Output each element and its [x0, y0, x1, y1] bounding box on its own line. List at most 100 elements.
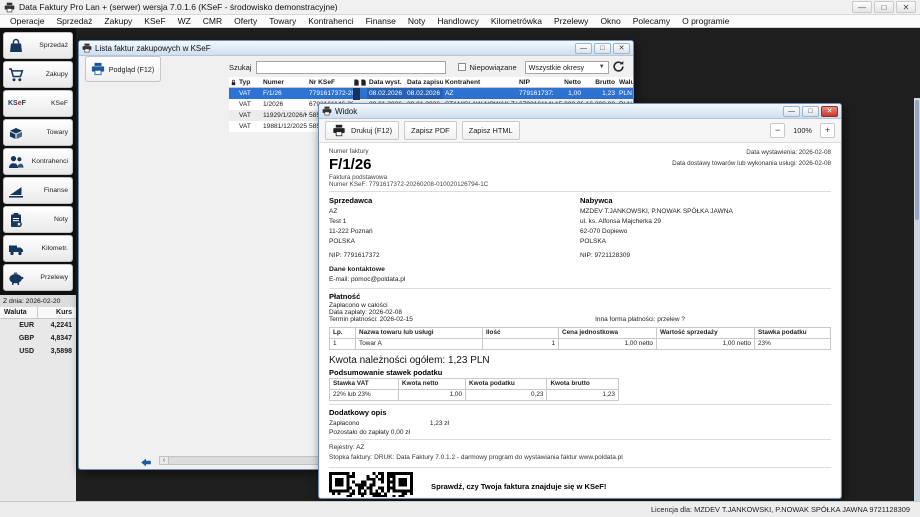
- menu-item[interactable]: Okno: [594, 16, 626, 26]
- extra-remaining: Pozostało do zapłaty 0,00 zł: [329, 429, 831, 436]
- table-row[interactable]: VAT F/1/26 7791617372-202 08.02.2026 08.…: [229, 88, 634, 99]
- scrollbar-thumb[interactable]: [915, 100, 919, 220]
- cell-typ: VAT: [237, 121, 261, 132]
- zoom-out-button[interactable]: −: [770, 123, 785, 138]
- menu-item[interactable]: Oferty: [228, 16, 263, 26]
- document-icon[interactable]: [353, 79, 360, 86]
- rates-col-currency[interactable]: Waluta: [0, 307, 38, 318]
- seller-address1: Test 1: [329, 217, 580, 227]
- preview-toolbar: Drukuj (F12) Zapisz PDF Zapisz HTML − 10…: [319, 119, 841, 143]
- menu-item[interactable]: Sprzedaż: [51, 16, 99, 26]
- delivery-date: Data dostawy towarów lub wykonania usług…: [672, 159, 831, 170]
- buyer-name: MZDEV T.JANKOWSKI, P.NOWAK SPÓŁKA JAWNA: [580, 207, 831, 217]
- window-controls: — □ ✕: [850, 1, 916, 13]
- note-icon: [8, 211, 25, 228]
- header-numer[interactable]: Numer: [261, 77, 307, 88]
- seller-country: POLSKA: [329, 237, 580, 247]
- menu-item[interactable]: Finanse: [360, 16, 402, 26]
- preview-window-titlebar[interactable]: Widok — □ ✕: [319, 104, 841, 119]
- sidebar-item[interactable]: Kontrahenci: [3, 148, 73, 175]
- pin-icon[interactable]: [229, 79, 237, 86]
- save-pdf-button[interactable]: Zapisz PDF: [404, 121, 457, 140]
- menu-item[interactable]: Kilometrówka: [485, 16, 548, 26]
- sidebar-item[interactable]: Przelewy: [3, 264, 73, 291]
- maximize-button[interactable]: □: [874, 1, 894, 13]
- minimize-button[interactable]: —: [852, 1, 872, 13]
- menu-item[interactable]: CMR: [197, 16, 228, 26]
- menu-item[interactable]: Towary: [263, 16, 302, 26]
- sidebar-item[interactable]: KSeF KSeF: [3, 90, 73, 117]
- item-row: 1 Towar A 1 1,00 netto 1,00 netto 23%: [330, 338, 831, 349]
- menu-item[interactable]: O programie: [676, 16, 735, 26]
- menu-item[interactable]: WZ: [172, 16, 197, 26]
- header-typ[interactable]: Typ: [237, 77, 261, 88]
- sidebar-item[interactable]: Finanse: [3, 177, 73, 204]
- refresh-icon[interactable]: [612, 60, 625, 73]
- header-brutto[interactable]: Brutto: [583, 77, 617, 88]
- header-netto[interactable]: Netto: [553, 77, 583, 88]
- sidebar-item-label: KSeF: [25, 100, 68, 107]
- payment-header: Płatność: [329, 292, 831, 301]
- preview-close-button[interactable]: ✕: [821, 106, 838, 117]
- menu-item[interactable]: Operacje: [4, 16, 51, 26]
- rates-col-rate[interactable]: Kurs: [38, 307, 76, 318]
- search-input[interactable]: [256, 61, 446, 74]
- menu-item[interactable]: Kontrahenci: [302, 16, 359, 26]
- zoom-level: 100%: [793, 126, 812, 135]
- rate-row: EUR 4,2241: [0, 319, 76, 332]
- scroll-left-arrow[interactable]: ‹: [160, 457, 169, 464]
- mdi-vertical-scrollbar[interactable]: [914, 98, 920, 501]
- sidebar-item[interactable]: Kilometr.: [3, 235, 73, 262]
- rate-value: 4,2241: [38, 322, 76, 329]
- tax-summary-row: 22% lub 23% 1,00 0,23 1,23: [330, 389, 619, 400]
- cell-netto: 1,00: [553, 88, 583, 99]
- sidebar-item[interactable]: Towary: [3, 119, 73, 146]
- invoice-table-header: Typ Numer Nr KSeF Data wyst. Data zapisu…: [229, 77, 634, 88]
- cell-ksef: 7791617372-202: [307, 88, 353, 99]
- header-waluta[interactable]: Waluta: [617, 77, 634, 88]
- menu-item[interactable]: Przelewy: [548, 16, 594, 26]
- unlinked-checkbox-label[interactable]: Niepowiązane: [470, 63, 517, 72]
- divider: [329, 467, 831, 468]
- list-window-titlebar[interactable]: Lista faktur zakupowych w KSeF — □ ✕: [79, 41, 633, 56]
- preview-minimize-button[interactable]: —: [783, 106, 800, 117]
- sidebar-item[interactable]: Noty: [3, 206, 73, 233]
- zoom-in-button[interactable]: +: [820, 123, 835, 138]
- payment-block: Płatność Zapłacono w całości Data zapłat…: [329, 292, 831, 323]
- header-ksef[interactable]: Nr KSeF: [307, 77, 353, 88]
- tax-gross: 1,23: [547, 389, 619, 400]
- list-close-button[interactable]: ✕: [613, 43, 630, 54]
- preview-window: Widok — □ ✕ Drukuj (F12) Zapisz PDF Zapi…: [318, 103, 842, 499]
- seller-nip: NIP: 7791617372: [329, 251, 580, 261]
- unlinked-checkbox[interactable]: [458, 63, 466, 71]
- menu-item[interactable]: Zakupy: [98, 16, 138, 26]
- divider: [329, 404, 831, 405]
- sidebar-item[interactable]: Zakupy: [3, 61, 73, 88]
- buyer-block: Nabywca MZDEV T.JANKOWSKI, P.NOWAK SPÓŁK…: [580, 195, 831, 285]
- list-maximize-button[interactable]: □: [594, 43, 611, 54]
- save-html-button[interactable]: Zapisz HTML: [462, 121, 520, 140]
- issue-date: Data wystawienia: 2026-02-08: [672, 148, 831, 159]
- buyer-address1: ul. ks. Alfonsa Majcherka 29: [580, 217, 831, 227]
- header-data-wyst[interactable]: Data wyst.: [367, 77, 405, 88]
- header-data-zapisu[interactable]: Data zapisu: [405, 77, 443, 88]
- sidebar-item-label: Towary: [25, 129, 68, 136]
- print-button[interactable]: Drukuj (F12): [325, 121, 399, 140]
- menu-item[interactable]: Polecamy: [627, 16, 676, 26]
- document-icon[interactable]: [360, 79, 367, 86]
- qr-section: Sprawdź, czy Twoja faktura znajduje się …: [329, 472, 831, 497]
- header-nip[interactable]: NIP: [517, 77, 553, 88]
- menu-item[interactable]: KSeF: [138, 16, 171, 26]
- preview-maximize-button[interactable]: □: [802, 106, 819, 117]
- menu-item[interactable]: Handlowcy: [431, 16, 485, 26]
- period-select[interactable]: Wszystkie okresy ▼: [525, 61, 609, 74]
- menu-item[interactable]: Noty: [402, 16, 431, 26]
- header-kontrahent[interactable]: Kontrahent: [443, 77, 517, 88]
- sidebar-item[interactable]: Sprzedaż: [3, 32, 73, 59]
- close-button[interactable]: ✕: [896, 1, 916, 13]
- invoice-dates: Data wystawienia: 2026-02-08 Data dostaw…: [672, 148, 831, 188]
- extra-paid-value: 1,23 zł: [430, 418, 449, 429]
- list-minimize-button[interactable]: —: [575, 43, 592, 54]
- list-action-button[interactable]: Podgląd (F12): [85, 56, 161, 82]
- arrow-left-icon[interactable]: [139, 455, 153, 466]
